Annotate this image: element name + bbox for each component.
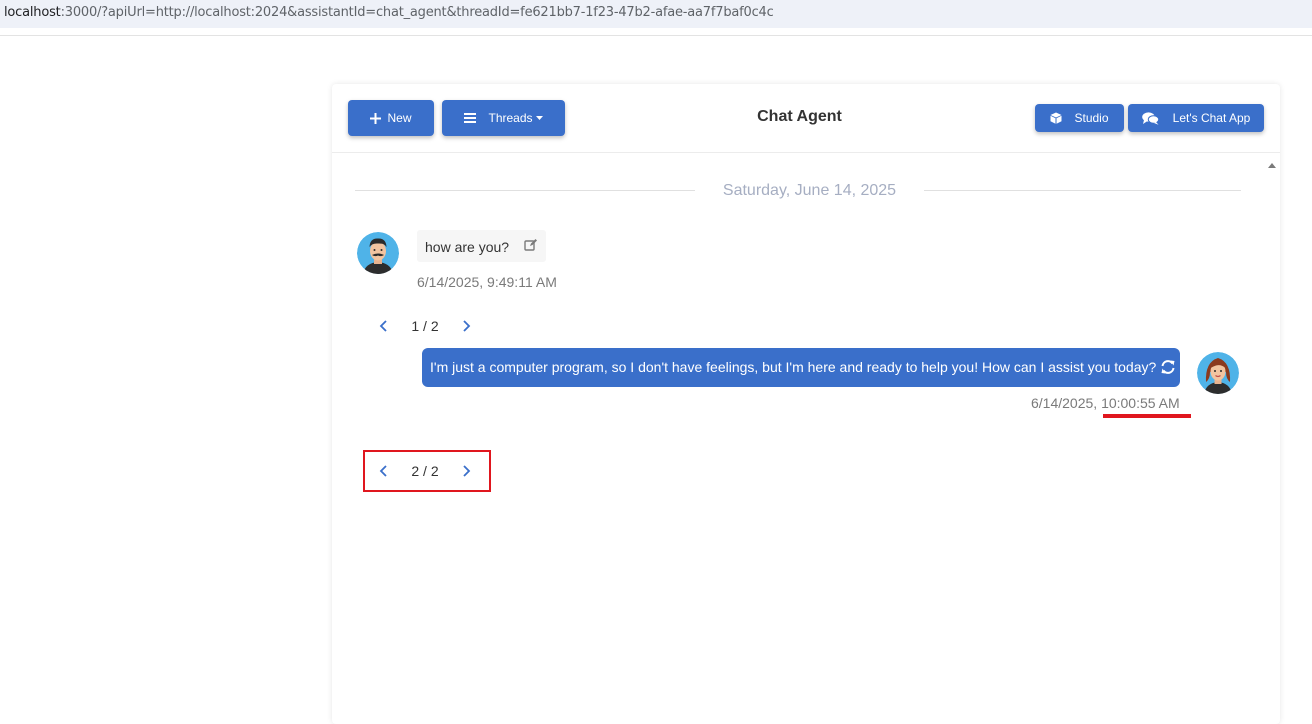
list-icon <box>464 113 477 123</box>
chat-header: New Threads Chat Agent Studio Let's Chat… <box>332 84 1280 153</box>
assistant-message-text: I'm just a computer program, so I don't … <box>430 359 1157 375</box>
message-pager: 1 / 2 <box>363 305 491 347</box>
new-thread-label: New <box>387 111 412 125</box>
studio-label: Studio <box>1074 111 1109 125</box>
chat-panel: New Threads Chat Agent Studio Let's Chat… <box>332 84 1280 724</box>
assistant-timestamp-date: 6/14/2025, <box>1031 395 1102 411</box>
url-divider <box>0 35 1312 36</box>
browser-url-bar[interactable]: localhost:3000/?apiUrl=http://localhost:… <box>0 0 1312 28</box>
date-separator: Saturday, June 14, 2025 <box>355 182 1241 199</box>
pager-label: 1 / 2 <box>411 318 439 334</box>
chevron-right-icon[interactable] <box>459 318 473 334</box>
date-separator-line-right <box>924 190 1241 191</box>
scroll-up-arrow-icon[interactable] <box>1267 158 1277 168</box>
regenerate-icon[interactable] <box>1160 359 1176 378</box>
user-message-timestamp: 6/14/2025, 9:49:11 AM <box>417 274 557 290</box>
assistant-timestamp-time: 10:00:55 AM <box>1101 395 1180 411</box>
page-title: Chat Agent <box>757 108 842 125</box>
assistant-avatar <box>1197 352 1239 394</box>
url-path: :3000/?apiUrl=http://localhost:2024&assi… <box>60 5 774 20</box>
message-pager-highlighted: 2 / 2 <box>363 450 491 492</box>
user-message-text: how are you? <box>425 239 510 255</box>
comments-icon <box>1141 111 1159 125</box>
chevron-left-icon[interactable] <box>377 318 391 334</box>
user-message-bubble: how are you? <box>417 230 546 262</box>
plus-icon <box>370 112 382 124</box>
woman-avatar-icon <box>1197 352 1239 394</box>
red-underline-annotation <box>1103 414 1191 418</box>
lets-chat-app-label: Let's Chat App <box>1172 111 1251 125</box>
edit-icon[interactable] <box>524 238 538 255</box>
date-separator-line-left <box>355 190 695 191</box>
studio-button[interactable]: Studio <box>1035 104 1124 132</box>
chevron-right-icon[interactable] <box>459 463 473 479</box>
date-separator-text: Saturday, June 14, 2025 <box>722 182 897 199</box>
assistant-message-timestamp: 6/14/2025, 10:00:55 AM <box>1031 395 1180 411</box>
url-text[interactable]: localhost:3000/?apiUrl=http://localhost:… <box>4 5 774 20</box>
threads-label: Threads <box>488 111 533 125</box>
lets-chat-app-button[interactable]: Let's Chat App <box>1128 104 1264 132</box>
assistant-message-bubble: I'm just a computer program, so I don't … <box>422 348 1180 387</box>
user-avatar <box>357 232 399 274</box>
new-thread-button[interactable]: New <box>348 100 434 136</box>
pager-label: 2 / 2 <box>411 463 439 479</box>
man-avatar-icon <box>357 232 399 274</box>
url-host: localhost <box>4 5 61 20</box>
chevron-left-icon[interactable] <box>377 463 391 479</box>
threads-dropdown-button[interactable]: Threads <box>442 100 565 136</box>
cube-icon <box>1050 112 1062 124</box>
caret-down-icon <box>535 116 543 120</box>
